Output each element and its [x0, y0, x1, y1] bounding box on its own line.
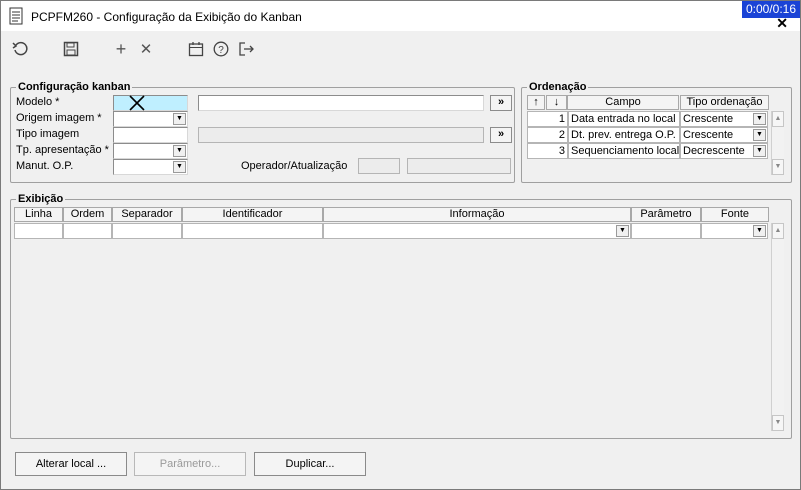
tipo-imagem-label: Tipo imagem [16, 128, 80, 140]
help-icon[interactable]: ? [212, 40, 230, 58]
title-bar: PCPFM260 - Configuração da Exibição do K… [1, 1, 800, 31]
origem-select[interactable]: ▼ [113, 111, 188, 127]
exibicao-cell-identificador[interactable] [182, 223, 323, 239]
col-header-parametro[interactable]: Parâmetro [631, 207, 701, 222]
modelo-label: Modelo * [16, 96, 60, 108]
ordenacao-row-2-num: 2 [527, 127, 568, 143]
atualizacao-field [407, 158, 511, 174]
modelo-description-field[interactable] [198, 95, 484, 111]
modelo-browse-button[interactable]: » [490, 95, 512, 111]
ordenacao-row-3-tipo-value: Decrescente [683, 145, 745, 157]
document-icon [9, 7, 23, 25]
ordenacao-row-2-tipo-value: Crescente [683, 129, 734, 141]
undo-icon[interactable] [11, 40, 29, 58]
cursor-x-icon [129, 95, 145, 111]
tp-apresentacao-select[interactable]: ▼ [113, 143, 188, 159]
ordenacao-row-3-tipo[interactable]: Decrescente ▼ [680, 143, 768, 159]
timer-badge: 0:00/0:16 [741, 1, 800, 18]
col-header-campo[interactable]: Campo [567, 95, 679, 110]
svg-text:?: ? [218, 45, 224, 56]
col-header-ordem[interactable]: Ordem [63, 207, 112, 222]
tipo-imagem-browse-button[interactable]: » [490, 127, 512, 143]
ordenacao-row-1-tipo-value: Crescente [683, 113, 734, 125]
move-down-button[interactable]: ↓ [546, 95, 567, 110]
calendar-icon[interactable] [187, 40, 205, 58]
manut-op-label: Manut. O.P. [16, 160, 74, 172]
chevron-down-icon[interactable]: ▼ [173, 113, 186, 125]
ordenacao-row-1-num: 1 [527, 111, 568, 127]
exit-icon[interactable] [237, 40, 255, 58]
ordenacao-row-2-tipo[interactable]: Crescente ▼ [680, 127, 768, 143]
exibicao-scrollbar[interactable]: ▲ ▼ [771, 223, 784, 431]
ordenacao-row-3-num: 3 [527, 143, 568, 159]
window-title: PCPFM260 - Configuração da Exibição do K… [31, 10, 302, 24]
chevron-down-icon[interactable]: ▼ [173, 145, 186, 157]
ordenacao-legend: Ordenação [527, 81, 589, 93]
save-icon[interactable] [62, 40, 80, 58]
main-window: PCPFM260 - Configuração da Exibição do K… [0, 0, 801, 490]
exibicao-cell-fonte[interactable]: ▼ [701, 223, 768, 239]
col-header-tipo-ordenacao[interactable]: Tipo ordenação [680, 95, 769, 110]
tipo-imagem-input[interactable] [113, 127, 188, 143]
chevron-down-icon[interactable]: ▼ [753, 225, 766, 237]
chevron-down-icon[interactable]: ▼ [753, 129, 766, 141]
close-icon[interactable]: ✕ [776, 15, 788, 32]
parametro-button[interactable]: Parâmetro... [134, 452, 246, 476]
chevron-down-icon[interactable]: ▼ [173, 161, 186, 173]
col-header-linha[interactable]: Linha [14, 207, 63, 222]
ordenacao-scrollbar[interactable]: ▲ ▼ [771, 111, 784, 175]
col-header-separador[interactable]: Separador [112, 207, 182, 222]
operador-label: Operador/Atualização [241, 160, 348, 172]
delete-icon[interactable]: ✕ [137, 40, 155, 58]
scroll-down-icon[interactable]: ▼ [772, 415, 784, 431]
chevron-down-icon[interactable]: ▼ [616, 225, 629, 237]
ordenacao-row-2-campo[interactable]: Dt. prev. entrega O.P. [568, 127, 680, 143]
duplicar-button[interactable]: Duplicar... [254, 452, 366, 476]
scroll-down-icon[interactable]: ▼ [772, 159, 784, 175]
col-header-identificador[interactable]: Identificador [182, 207, 323, 222]
exibicao-cell-linha[interactable] [14, 223, 63, 239]
origem-label: Origem imagem * [16, 112, 102, 124]
modelo-input[interactable] [113, 95, 188, 111]
move-up-button[interactable]: ↑ [527, 95, 545, 110]
col-header-informacao[interactable]: Informação [323, 207, 631, 222]
alterar-local-button[interactable]: Alterar local ... [15, 452, 127, 476]
config-legend: Configuração kanban [16, 81, 133, 93]
scroll-up-icon[interactable]: ▲ [772, 111, 784, 127]
exibicao-legend: Exibição [16, 193, 66, 205]
tipo-imagem-description [198, 127, 484, 143]
col-header-fonte[interactable]: Fonte [701, 207, 769, 222]
ordenacao-row-1-campo[interactable]: Data entrada no local [568, 111, 680, 127]
ordenacao-row-1-tipo[interactable]: Crescente ▼ [680, 111, 768, 127]
chevron-down-icon[interactable]: ▼ [753, 113, 766, 125]
exibicao-cell-parametro[interactable] [631, 223, 701, 239]
exibicao-cell-ordem[interactable] [63, 223, 112, 239]
scroll-up-icon[interactable]: ▲ [772, 223, 784, 239]
add-icon[interactable]: + [112, 39, 130, 59]
operador-field [358, 158, 400, 174]
exibicao-cell-separador[interactable] [112, 223, 182, 239]
exibicao-cell-informacao[interactable]: ▼ [323, 223, 631, 239]
tp-apresentacao-label: Tp. apresentação * [16, 144, 109, 156]
toolbar: + ✕ ? [1, 32, 800, 64]
chevron-down-icon[interactable]: ▼ [753, 145, 766, 157]
ordenacao-row-3-campo[interactable]: Sequenciamento local [568, 143, 680, 159]
manut-op-select[interactable]: ▼ [113, 159, 188, 175]
